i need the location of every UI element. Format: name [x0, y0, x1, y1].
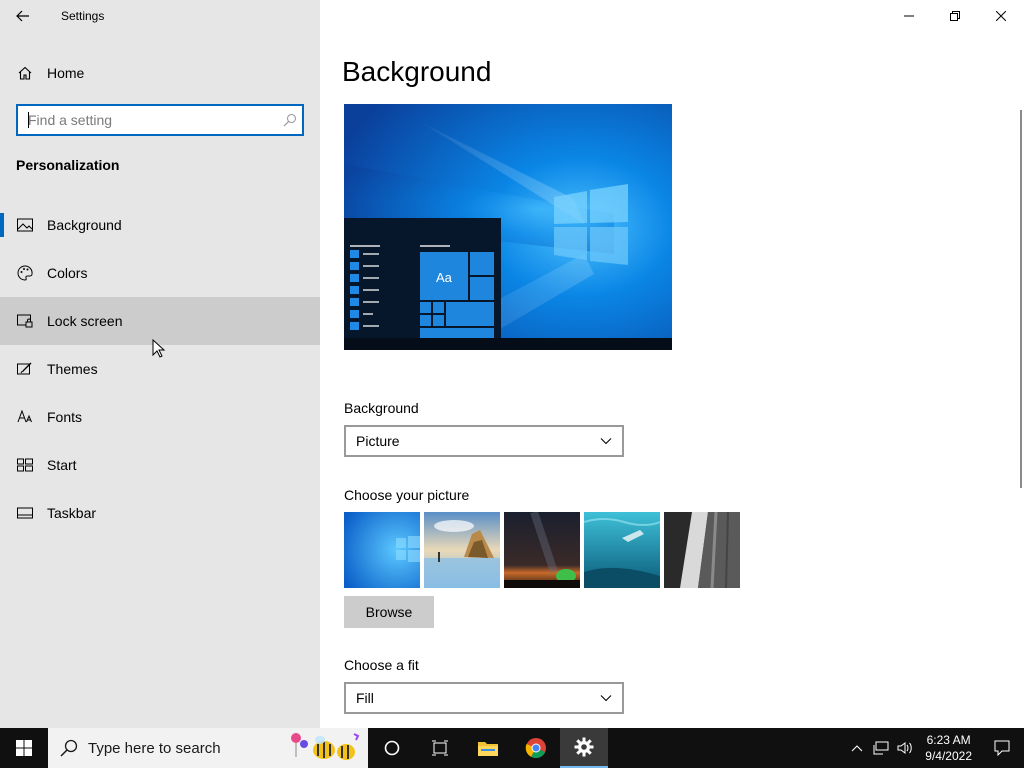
chrome-icon	[525, 738, 546, 759]
nav-list: Background Colors Lock screen Themes Fon…	[0, 201, 320, 537]
thumbnail-waterfall-cliff[interactable]	[664, 512, 740, 588]
sidebar-item-label: Colors	[47, 265, 88, 281]
sidebar-item-label: Themes	[47, 361, 98, 377]
window-controls	[886, 0, 1024, 32]
thumbnail-underwater-swimmer[interactable]	[584, 512, 660, 588]
sidebar-item-start[interactable]: Start	[0, 441, 320, 489]
back-arrow-icon	[16, 10, 29, 22]
sidebar-item-background[interactable]: Background	[0, 201, 320, 249]
sidebar-item-label: Lock screen	[47, 313, 123, 329]
sidebar-item-label: Taskbar	[47, 505, 97, 521]
search-box[interactable]	[16, 104, 304, 136]
search-highlight-bees-icon	[291, 733, 360, 760]
home-link[interactable]: Home	[0, 56, 320, 90]
start-layout-icon	[16, 456, 34, 474]
preview-tile-text: Aa	[436, 270, 452, 285]
sidebar-item-fonts[interactable]: Fonts	[0, 393, 320, 441]
background-preview: Aa	[344, 104, 672, 350]
task-view-icon	[432, 740, 448, 756]
sidebar-item-label: Start	[47, 457, 77, 473]
background-dropdown-value: Picture	[356, 433, 400, 449]
picture-thumbnails	[344, 512, 740, 588]
clock-time: 6:23 AM	[926, 733, 971, 747]
notification-icon	[994, 740, 1010, 756]
lock-screen-icon	[16, 312, 34, 330]
back-button[interactable]	[0, 0, 46, 32]
taskbar-icon	[16, 504, 34, 522]
home-label: Home	[47, 65, 85, 81]
main-content: Background Aa Background Picture Choose …	[320, 0, 1024, 728]
taskbar-search-box[interactable]: Type here to search	[48, 728, 368, 768]
search-input[interactable]	[28, 112, 278, 128]
folder-icon	[478, 742, 498, 756]
fit-dropdown[interactable]: Fill	[344, 682, 624, 714]
sidebar: Settings Home Personalization Background…	[0, 0, 320, 728]
browse-button[interactable]: Browse	[344, 596, 434, 628]
restore-button[interactable]	[932, 0, 978, 32]
search-icon[interactable]	[278, 106, 302, 134]
cortana-circle-icon	[384, 740, 400, 756]
themes-brush-icon	[16, 360, 34, 378]
section-title: Personalization	[16, 157, 120, 173]
fonts-icon	[16, 408, 34, 426]
network-button[interactable]	[869, 728, 893, 768]
minimize-button[interactable]	[886, 0, 932, 32]
close-icon	[996, 11, 1006, 21]
restore-icon	[950, 11, 960, 21]
taskbar-search-text: Type here to search	[88, 739, 221, 757]
network-icon	[873, 741, 889, 755]
sidebar-item-lock-screen[interactable]: Lock screen	[0, 297, 320, 345]
system-tray: 6:23 AM 9/4/2022	[845, 728, 1024, 768]
page-title: Background	[342, 56, 492, 87]
home-icon	[16, 64, 34, 82]
text-caret	[28, 112, 29, 128]
choose-fit-label: Choose a fit	[344, 657, 419, 673]
speaker-icon	[897, 742, 913, 754]
volume-button[interactable]	[893, 728, 917, 768]
chevron-up-icon	[851, 745, 863, 752]
fit-dropdown-value: Fill	[356, 690, 374, 706]
start-button[interactable]	[0, 728, 48, 768]
chevron-down-icon	[600, 438, 612, 445]
background-label: Background	[344, 400, 419, 416]
task-view-button[interactable]	[416, 728, 464, 768]
picture-icon	[16, 216, 34, 234]
search-icon	[60, 739, 78, 757]
background-dropdown[interactable]: Picture	[344, 425, 624, 457]
scrollbar[interactable]	[1020, 110, 1022, 488]
sidebar-item-colors[interactable]: Colors	[0, 249, 320, 297]
close-button[interactable]	[978, 0, 1024, 32]
palette-icon	[16, 264, 34, 282]
minimize-icon	[904, 15, 914, 17]
gear-icon	[574, 737, 594, 757]
chevron-down-icon	[600, 695, 612, 702]
thumbnail-night-sky[interactable]	[504, 512, 580, 588]
cortana-button[interactable]	[368, 728, 416, 768]
clock[interactable]: 6:23 AM 9/4/2022	[925, 732, 972, 764]
sidebar-item-label: Fonts	[47, 409, 83, 425]
settings-taskbar-button[interactable]	[560, 728, 608, 768]
show-hidden-icons-button[interactable]	[845, 728, 869, 768]
chrome-button[interactable]	[512, 728, 560, 768]
choose-picture-label: Choose your picture	[344, 487, 470, 503]
action-center-button[interactable]	[980, 728, 1024, 768]
clock-date: 9/4/2022	[925, 749, 972, 763]
taskbar: Type here to search 6:23 AM 9/4/2022	[0, 728, 1024, 768]
file-explorer-button[interactable]	[464, 728, 512, 768]
mouse-cursor-icon	[152, 338, 166, 364]
windows-logo-icon	[16, 740, 32, 756]
app-title: Settings	[61, 9, 105, 23]
sidebar-item-label: Background	[47, 217, 122, 233]
title-bar-left: Settings	[0, 0, 320, 32]
sidebar-item-taskbar[interactable]: Taskbar	[0, 489, 320, 537]
thumbnail-windows-light[interactable]	[344, 512, 420, 588]
thumbnail-beach-rocks[interactable]	[424, 512, 500, 588]
